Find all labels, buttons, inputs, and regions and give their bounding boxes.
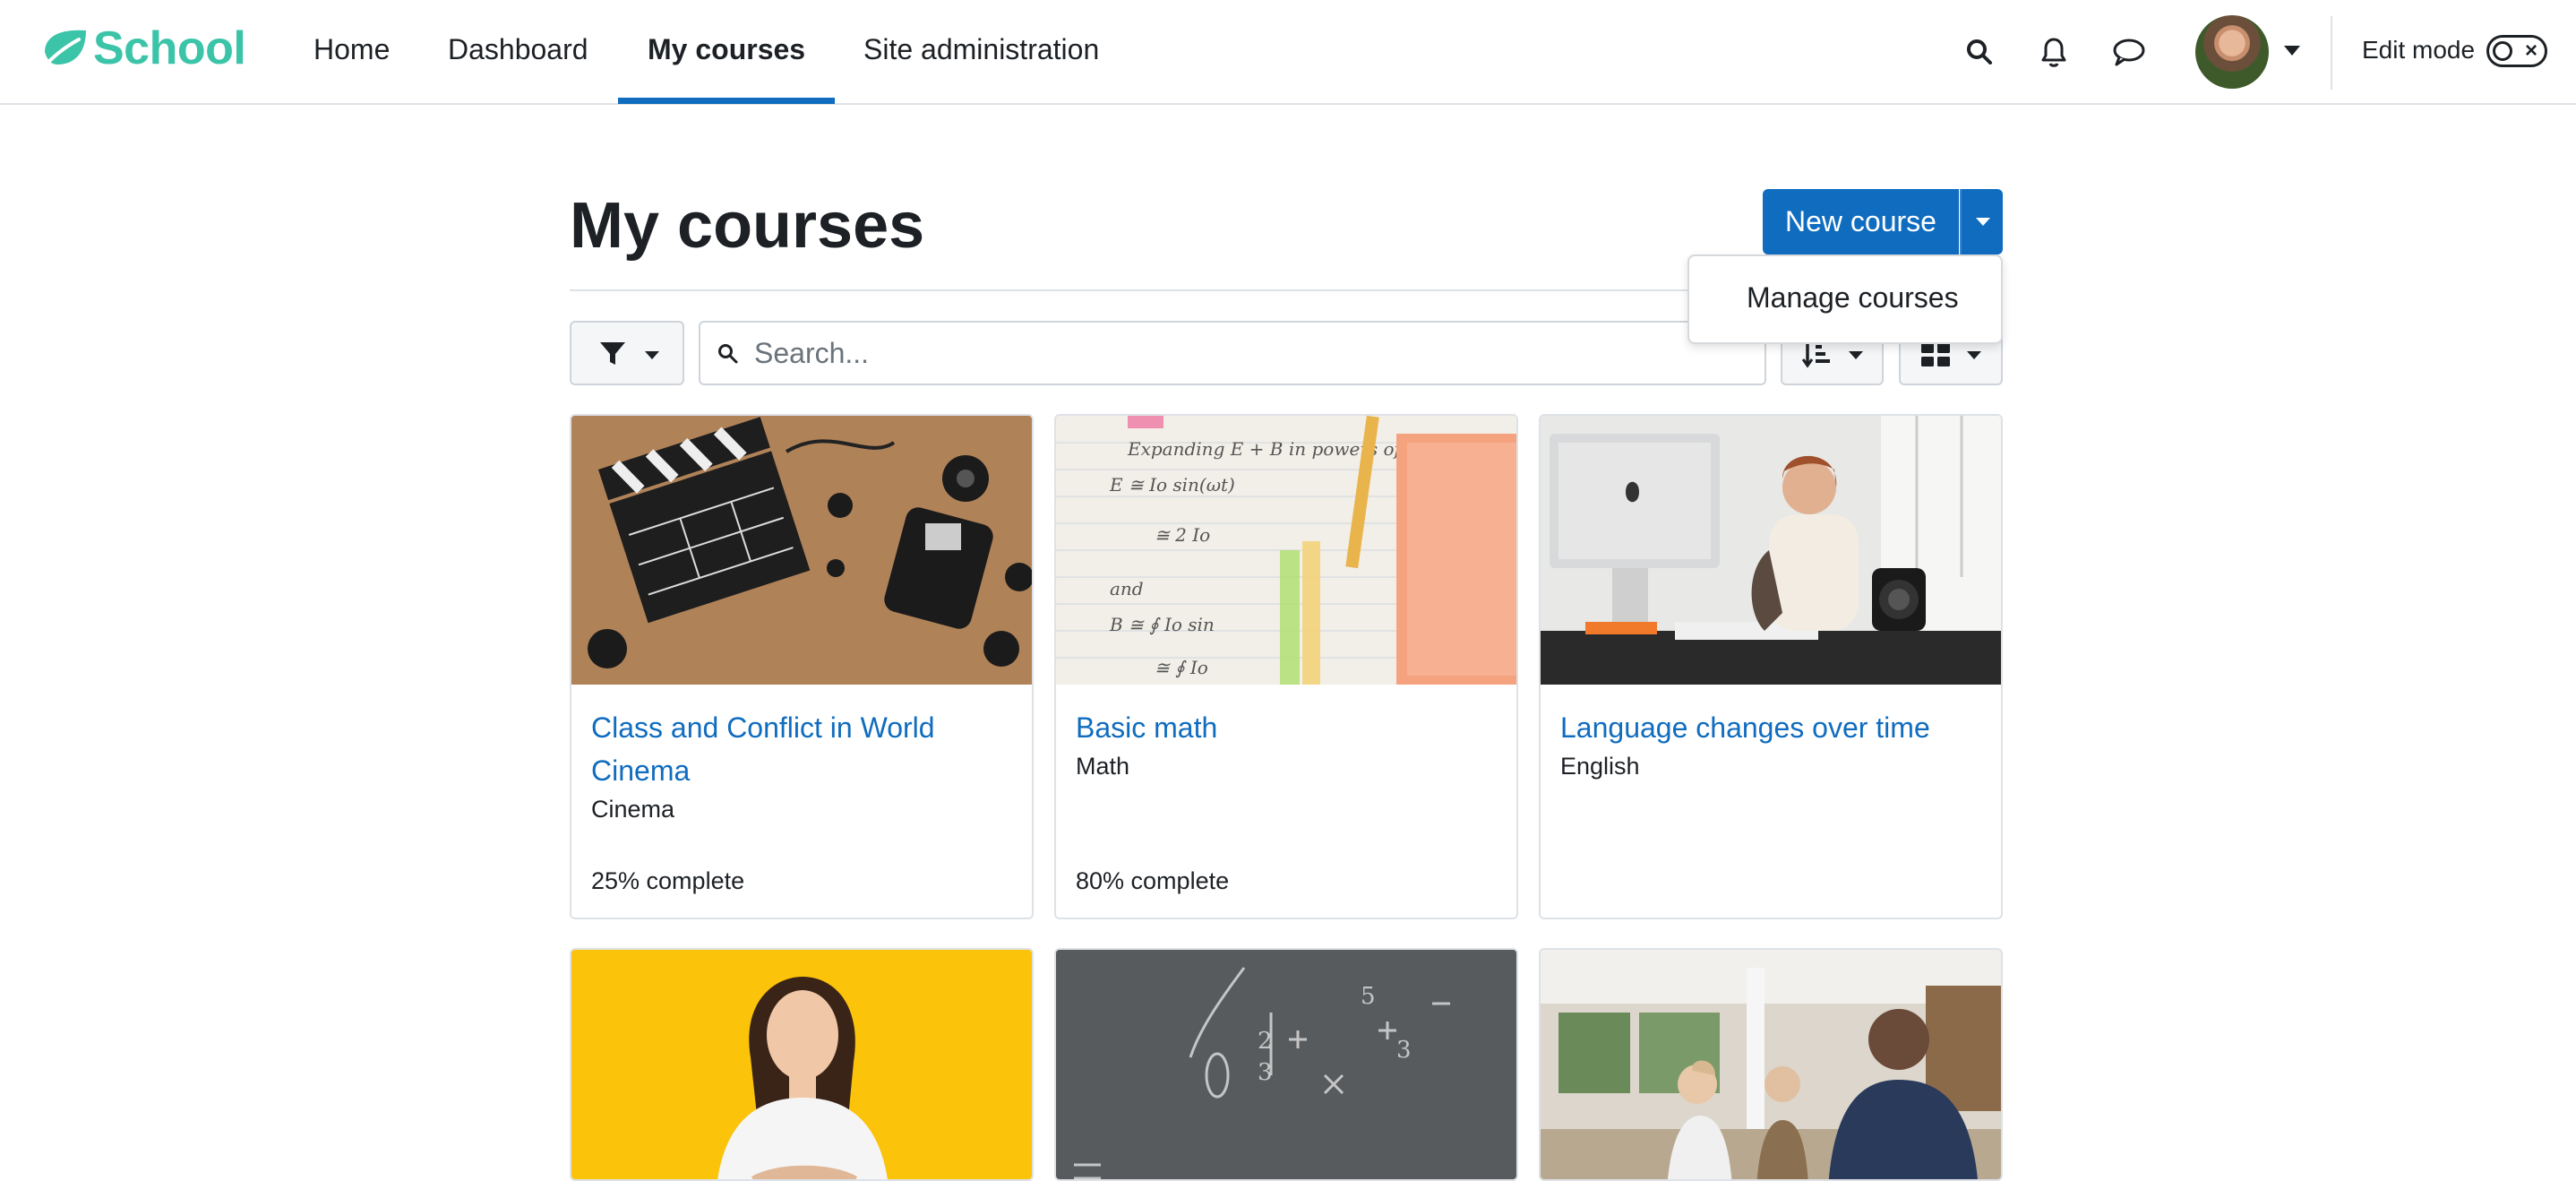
course-card[interactable]: Language changes over time English [1539,414,2003,919]
chat-icon[interactable] [2109,32,2149,72]
course-progress: 25% complete [591,867,745,894]
nav-home[interactable]: Home [313,0,390,103]
course-card[interactable] [570,948,1034,1181]
svg-text:3: 3 [1396,1037,1412,1064]
search-input[interactable] [754,328,1748,378]
course-image[interactable] [571,950,1032,1179]
search-icon[interactable] [1960,32,1999,72]
course-card[interactable]: Expanding E + B in powers of E ≅ Io sin(… [1054,414,1518,919]
nav-dashboard[interactable]: Dashboard [448,0,588,103]
filter-button[interactable] [570,321,684,385]
svg-text:5: 5 [1361,983,1376,1010]
search-icon [718,344,738,364]
svg-text:≅ 2 Io: ≅ 2 Io [1155,524,1210,546]
manage-courses-menu-item[interactable]: Manage courses [1747,281,1959,315]
card-view-icon [1921,343,1950,366]
nav-site-administration[interactable]: Site administration [863,0,1099,103]
course-category: Math [1076,753,1130,780]
active-nav-indicator [618,98,835,104]
edit-mode-toggle[interactable]: × [2486,35,2547,67]
course-image[interactable] [1541,950,2001,1179]
filter-icon [600,342,625,365]
brand-name: School [93,22,246,74]
new-course-dropdown-toggle[interactable] [1960,189,2003,254]
toggle-off-icon: × [2525,39,2538,63]
course-image-cinema[interactable] [571,416,1032,685]
course-title[interactable]: Language changes over time [1560,706,1981,749]
nav-divider [2331,16,2332,90]
new-course-button[interactable]: New course [1763,189,1959,254]
toggle-knob [2493,41,2512,61]
new-course-dropdown-menu: Manage courses [1687,254,2003,344]
course-category: Cinema [591,796,675,823]
course-card[interactable] [1539,948,2003,1181]
site-logo[interactable]: School [39,22,246,74]
course-card[interactable]: 23 53 [1054,948,1518,1181]
svg-text:2: 2 [1258,1028,1273,1055]
leaf-logo-icon [41,30,86,70]
svg-text:B ≅ ∮ Io sin: B ≅ ∮ Io sin [1109,614,1215,635]
svg-text:3: 3 [1258,1059,1273,1086]
svg-text:≅ ∮ Io: ≅ ∮ Io [1155,657,1208,678]
course-image-math[interactable]: Expanding E + B in powers of E ≅ Io sin(… [1056,416,1516,685]
edit-mode-label: Edit mode [2362,36,2476,64]
page-title: My courses [570,190,925,262]
course-image-english[interactable] [1541,416,2001,685]
top-navbar: School Home Dashboard My courses Site ad… [0,0,2576,105]
svg-text:E ≅ Io sin(ωt): E ≅ Io sin(ωt) [1109,474,1235,496]
chevron-down-icon [1849,351,1863,359]
chevron-down-icon [645,351,659,359]
bell-icon[interactable] [2034,32,2074,72]
course-image[interactable]: 23 53 [1056,950,1516,1179]
course-title[interactable]: Class and Conflict in World Cinema [591,706,1012,792]
course-title[interactable]: Basic math [1076,706,1497,749]
svg-text:and: and [1110,578,1144,599]
user-menu-caret-icon[interactable] [2284,46,2300,56]
nav-my-courses[interactable]: My courses [648,0,805,103]
user-avatar[interactable] [2195,15,2269,89]
chevron-down-icon [1967,351,1981,359]
search-field[interactable] [699,321,1766,385]
course-category: English [1560,753,1640,780]
course-progress: 80% complete [1076,867,1230,894]
course-card[interactable]: Class and Conflict in World Cinema Cinem… [570,414,1034,919]
